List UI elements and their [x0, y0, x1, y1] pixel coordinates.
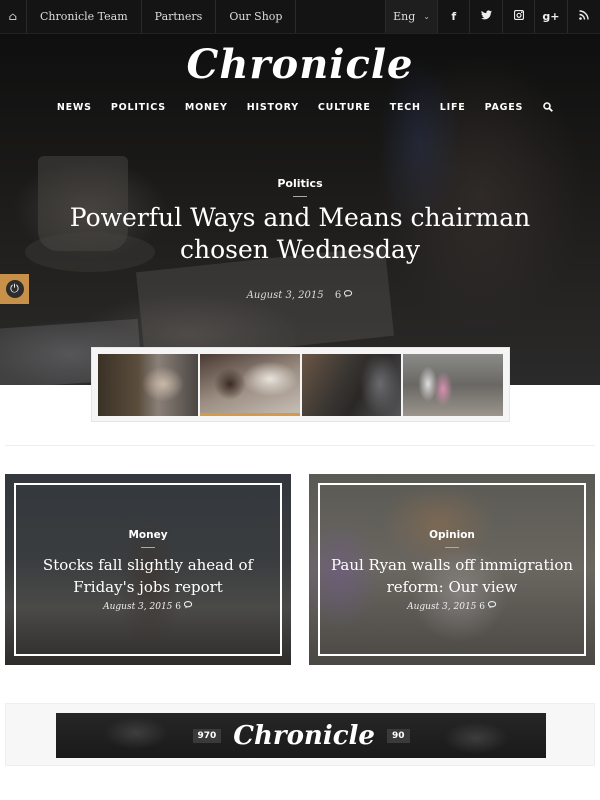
nav-politics[interactable]: POLITICS: [101, 102, 175, 115]
article-card[interactable]: Money Stocks fall slightly ahead of Frid…: [5, 474, 291, 665]
nav-history[interactable]: HISTORY: [237, 102, 308, 115]
card-meta: August 3, 2015 6: [5, 601, 291, 612]
nav-culture[interactable]: CULTURE: [308, 102, 380, 115]
google-plus-button[interactable]: g+: [535, 0, 568, 33]
google-plus-icon: g+: [542, 10, 560, 23]
card-title[interactable]: Paul Ryan walls off immigration reform: …: [329, 554, 575, 598]
main-nav: NEWS POLITICS MONEY HISTORY CULTURE TECH…: [0, 102, 600, 115]
hero-category-divider: [293, 196, 307, 197]
topbar-link-chronicle-team[interactable]: Chronicle Team: [27, 0, 142, 33]
card-category-divider: [445, 547, 459, 548]
ad-banner[interactable]: 970 Chronicle 90: [56, 713, 546, 758]
rss-button[interactable]: [568, 0, 600, 33]
card-title[interactable]: Stocks fall slightly ahead of Friday's j…: [25, 554, 271, 598]
nav-life[interactable]: LIFE: [430, 102, 475, 115]
home-icon: ⌂: [8, 10, 18, 23]
slider-thumbnail-active[interactable]: [199, 354, 300, 416]
comment-icon: [183, 601, 193, 612]
slider-thumbnail[interactable]: [403, 354, 503, 416]
nav-tech[interactable]: TECH: [380, 102, 430, 115]
instagram-button[interactable]: [503, 0, 536, 33]
card-comment-count[interactable]: 6: [479, 602, 485, 612]
search-button[interactable]: [533, 102, 553, 115]
slider-thumbnail[interactable]: [98, 354, 198, 416]
hero-comment-count[interactable]: 6: [335, 290, 341, 301]
card-meta: August 3, 2015 6: [309, 601, 595, 612]
slider-thumbnails: [91, 347, 510, 422]
card-category-divider: [141, 547, 155, 548]
card-category[interactable]: Opinion: [309, 529, 595, 541]
hero-category[interactable]: Politics: [0, 177, 600, 190]
comment-icon: [487, 601, 497, 612]
nav-money[interactable]: MONEY: [175, 102, 237, 115]
ad-container: 970 Chronicle 90: [5, 703, 595, 766]
card-date: August 3, 2015: [103, 602, 173, 612]
section-divider: [5, 445, 595, 446]
twitter-icon: [480, 10, 492, 23]
hero-section: Chronicle NEWS POLITICS MONEY HISTORY CU…: [0, 34, 600, 385]
ad-height-label: 90: [386, 728, 410, 743]
nav-pages[interactable]: PAGES: [475, 102, 533, 115]
article-card[interactable]: Opinion Paul Ryan walls off immigration …: [309, 474, 595, 665]
facebook-button[interactable]: f: [438, 0, 471, 33]
search-icon: [542, 102, 553, 112]
comment-icon: [344, 290, 353, 301]
language-label: Eng: [393, 10, 416, 23]
topbar-link-partners[interactable]: Partners: [142, 0, 217, 33]
language-dropdown[interactable]: Eng ⌄: [385, 0, 439, 33]
twitter-button[interactable]: [470, 0, 503, 33]
instagram-icon: [513, 9, 524, 23]
nav-news[interactable]: NEWS: [47, 102, 101, 115]
ad-logo: Chronicle: [233, 720, 375, 751]
home-button[interactable]: ⌂: [0, 0, 27, 33]
power-gear-icon: ⏻: [5, 280, 24, 298]
hero-meta: August 3, 2015 6: [0, 290, 600, 301]
rss-icon: [578, 10, 589, 23]
slider-thumbnail[interactable]: [301, 354, 402, 416]
top-bar: ⌂ Chronicle Team Partners Our Shop Eng ⌄…: [0, 0, 600, 34]
card-date: August 3, 2015: [407, 602, 477, 612]
card-comment-count[interactable]: 6: [175, 602, 181, 612]
ad-width-label: 970: [192, 728, 222, 743]
site-logo[interactable]: Chronicle: [0, 41, 600, 88]
card-category[interactable]: Money: [5, 529, 291, 541]
hero-date: August 3, 2015: [246, 290, 324, 301]
hero-title[interactable]: Powerful Ways and Means chairman chosen …: [40, 202, 560, 266]
facebook-icon: f: [451, 10, 457, 23]
settings-panel-toggle[interactable]: ⏻: [0, 274, 29, 304]
chevron-down-icon: ⌄: [423, 12, 430, 21]
topbar-link-our-shop[interactable]: Our Shop: [216, 0, 297, 33]
